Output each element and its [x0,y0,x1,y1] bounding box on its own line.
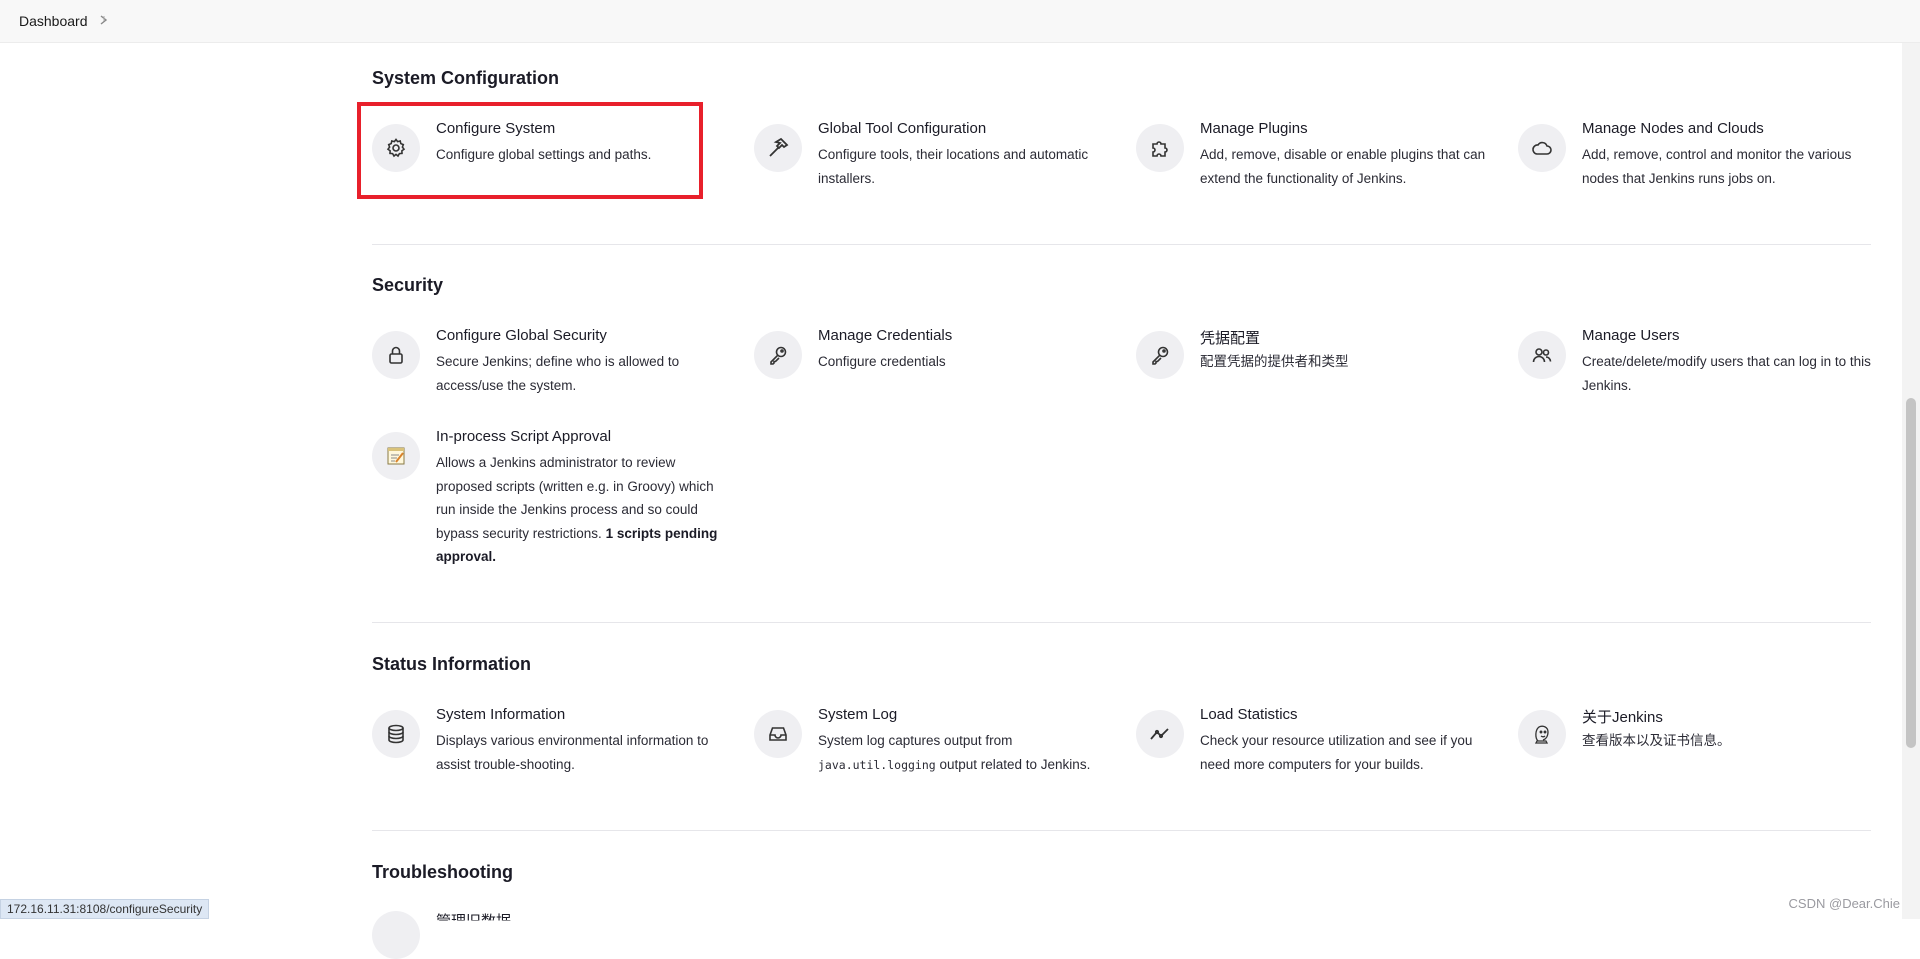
manage-old-data-link[interactable]: 管理旧数据 [436,910,511,921]
item-title[interactable]: Manage Plugins [1200,120,1308,137]
vertical-scrollbar[interactable] [1902,43,1920,919]
item-title[interactable]: In-process Script Approval [436,428,611,445]
jenkins-logo-icon [1518,710,1566,758]
item-title[interactable]: Manage Nodes and Clouds [1582,120,1764,137]
item-desc: Configure credentials [818,354,946,369]
section-divider [372,244,1871,245]
trend-icon [1136,710,1184,758]
item-title[interactable]: 关于Jenkins [1582,706,1663,727]
item-desc-code: java.util.logging [818,757,936,772]
lock-icon [372,331,420,379]
item-desc-text: output related to Jenkins. [939,756,1091,772]
item-desc: Secure Jenkins; define who is allowed to… [436,354,680,393]
old-data-icon [372,911,420,959]
breadcrumb-dashboard[interactable]: Dashboard [19,13,88,29]
key-icon [754,331,802,379]
item-title[interactable]: System Log [818,706,897,723]
top-bar: Dashboard [0,0,1920,43]
item-desc: 配置凭据的提供者和类型 [1200,354,1349,369]
item-title[interactable]: 凭据配置 [1200,327,1260,348]
section-divider [372,830,1871,831]
item-title[interactable]: System Information [436,706,565,723]
inbox-icon [754,710,802,758]
hammer-icon [754,124,802,172]
item-desc: Check your resource utilization and see … [1200,733,1473,772]
item-title[interactable]: Manage Credentials [818,327,952,344]
section-title-security: Security [372,275,444,295]
item-title[interactable]: Load Statistics [1200,706,1298,723]
users-icon [1518,331,1566,379]
section-title-status-information: Status Information [372,654,532,674]
highlight-box [357,102,703,199]
watermark: CSDN @Dear.Chie [1788,896,1900,911]
cloud-icon [1518,124,1566,172]
item-desc: Create/delete/modify users that can log … [1582,354,1871,393]
status-bar-url: 172.16.11.31:8108/configureSecurity [0,899,210,919]
item-desc: Configure tools, their locations and aut… [818,147,1089,186]
section-title-system-configuration: System Configuration [372,68,560,88]
item-desc: Add, remove, control and monitor the var… [1582,147,1852,186]
item-desc: 查看版本以及证书信息。 [1582,733,1731,748]
item-title[interactable]: Configure Global Security [436,327,607,344]
item-desc: Displays various environmental informati… [436,733,709,772]
scrollbar-thumb[interactable] [1906,398,1916,748]
notepad-icon [372,432,420,480]
item-desc-text: System log captures output from [818,733,1013,748]
item-desc: Add, remove, disable or enable plugins t… [1200,147,1486,186]
section-title-troubleshooting: Troubleshooting [372,862,513,882]
item-title[interactable]: Manage Users [1582,327,1680,344]
puzzle-icon [1136,124,1184,172]
key-icon [1136,331,1184,379]
item-desc: System log captures output from java.uti… [818,729,1108,777]
item-desc: Allows a Jenkins administrator to review… [436,451,726,569]
database-icon [372,710,420,758]
section-divider [372,622,1871,623]
item-title[interactable]: Global Tool Configuration [818,120,986,137]
breadcrumb-chevron-icon[interactable] [99,14,109,26]
